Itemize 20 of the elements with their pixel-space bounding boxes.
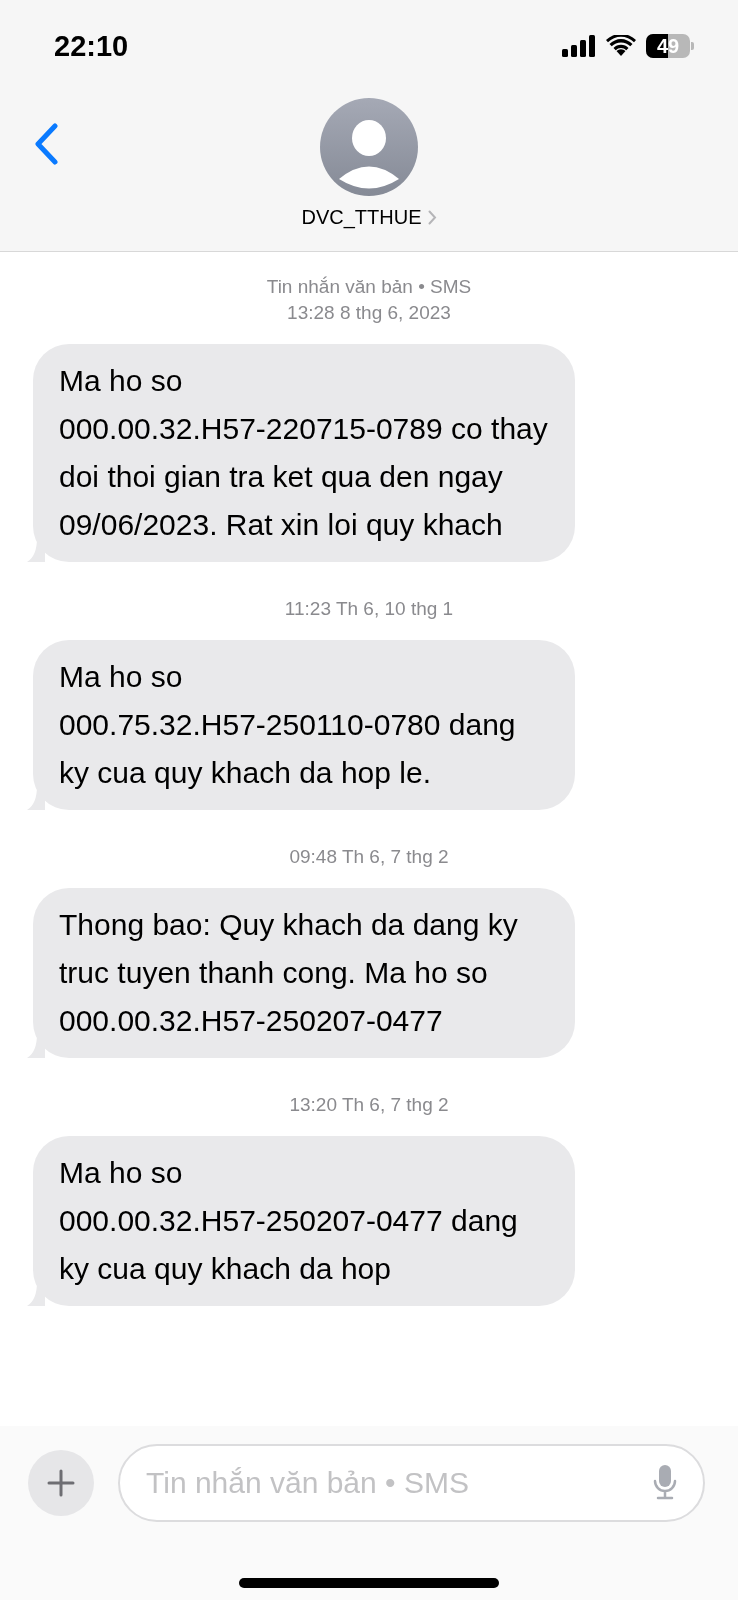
message-input-field[interactable]: Tin nhắn văn bản • SMS: [118, 1444, 705, 1522]
message-timestamp: 11:23 Th 6, 10 thg 1: [284, 597, 454, 621]
message-bubble: Ma ho so 000.00.32.H57-220715-0789 co thay doi thoi gian tra ket qua den ngay 09/06/2023. Rat xin loi quy khach: [33, 344, 575, 562]
avatar-icon[interactable]: [320, 98, 418, 196]
signal-icon: [562, 35, 596, 57]
message-timestamp: 09:48 Th 6, 7 thg 2: [289, 845, 449, 869]
message-service-label: Tin nhắn văn bản • SMS: [266, 275, 472, 299]
message-bubble: Thong bao: Quy khach da dang ky truc tuyen thanh cong. Ma ho so 000.00.32.H57-250207-0477: [33, 888, 575, 1058]
microphone-icon[interactable]: [653, 1465, 677, 1501]
message-input[interactable]: Tin nhắn văn bản • SMS: [144, 1465, 653, 1501]
chevron-icon[interactable]: [427, 210, 437, 225]
message-timestamp: 13:20 Th 6, 7 thg 2: [289, 1093, 449, 1117]
message-bubble: Ma ho so 000.00.32.H57-250207-0477 dang ky cua quy khach da hop: [33, 1136, 575, 1306]
status-time: 22:10: [54, 29, 129, 63]
plus-icon: [47, 1469, 75, 1497]
message-timestamp: 13:28 8 thg 6, 2023: [287, 301, 451, 325]
wifi-icon: [606, 35, 636, 57]
contact-name[interactable]: DVC_TTHUE: [301, 206, 422, 229]
message-bubble: Ma ho so 000.75.32.H57-250110-0780 dang ky cua quy khach da hop le.: [33, 640, 575, 810]
back-icon[interactable]: [33, 123, 59, 165]
